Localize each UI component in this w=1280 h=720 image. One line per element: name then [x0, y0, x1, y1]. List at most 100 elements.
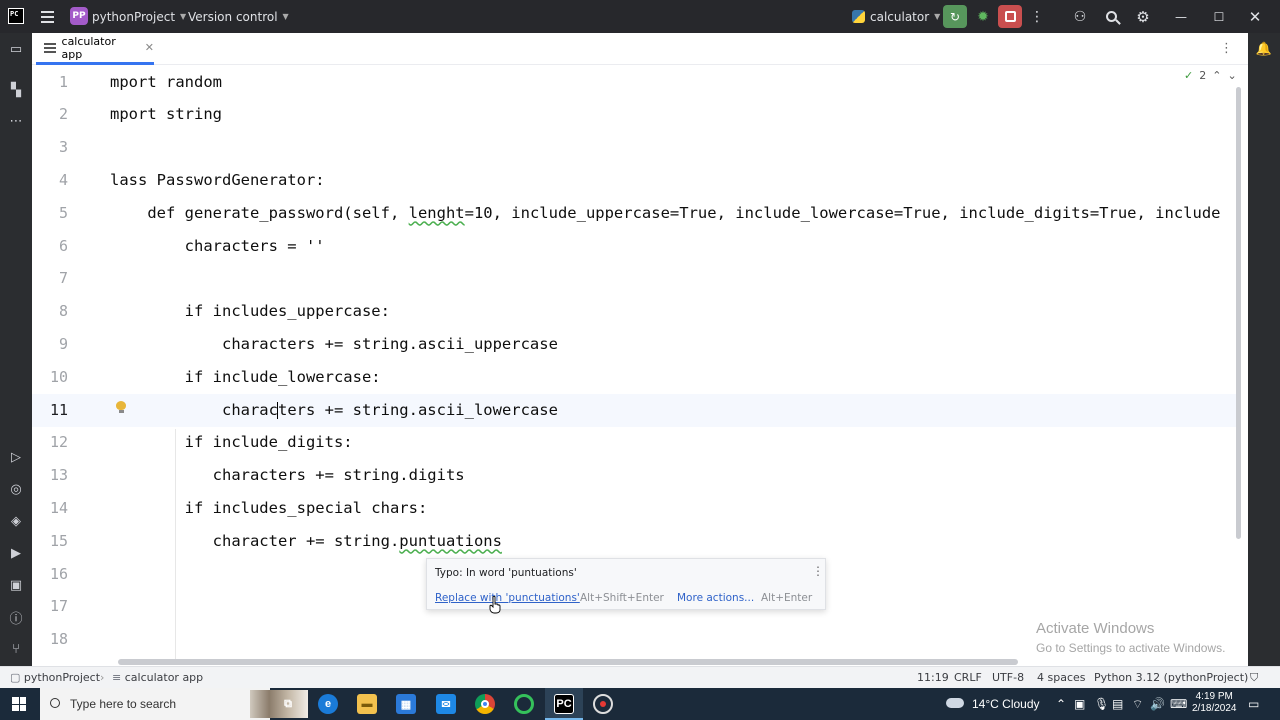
- code-text[interactable]: characters += string.ascii_uppercase: [110, 335, 558, 353]
- code-line[interactable]: 11 characters += string.ascii_lowercase: [32, 393, 1242, 426]
- close-icon[interactable]: ✕: [145, 41, 154, 54]
- code-line[interactable]: 3: [32, 131, 1242, 164]
- lightbulb-icon[interactable]: [116, 401, 126, 413]
- language-icon[interactable]: ⌨: [1170, 697, 1187, 711]
- app-ring-icon[interactable]: [514, 694, 534, 714]
- replace-with-link[interactable]: Replace with 'punctuations': [435, 592, 580, 604]
- code-text[interactable]: characters += string.ascii_lowercase: [110, 401, 558, 419]
- folder-icon[interactable]: ▭: [7, 40, 25, 58]
- typo-word[interactable]: lenght: [409, 204, 465, 222]
- chevron-up-icon[interactable]: ⌃: [1056, 697, 1066, 711]
- run-config-selector[interactable]: calculator ▼: [852, 0, 940, 33]
- notifications-icon[interactable]: 🔔: [1255, 40, 1273, 58]
- file-explorer-icon[interactable]: ▬: [357, 694, 377, 714]
- code-text[interactable]: characters = '': [110, 237, 325, 255]
- code-line[interactable]: 9 characters += string.ascii_uppercase: [32, 327, 1242, 360]
- code-text[interactable]: mport string: [110, 105, 222, 123]
- structure-icon[interactable]: ▚: [7, 81, 25, 99]
- vertical-scrollbar[interactable]: [1236, 87, 1241, 539]
- terminal-icon[interactable]: ▣: [7, 576, 25, 594]
- recorder-icon[interactable]: [593, 694, 613, 714]
- code-line[interactable]: 15 character += string.puntuations: [32, 524, 1242, 557]
- python-console-icon[interactable]: ◎: [7, 480, 25, 498]
- line-number: 15: [49, 531, 68, 550]
- system-clock[interactable]: 4:19 PM 2/18/2024: [1192, 691, 1237, 715]
- typo-word[interactable]: puntuations: [399, 532, 502, 550]
- taskbar-search-box[interactable]: Type here to search: [40, 688, 308, 720]
- caret-position[interactable]: 11:19: [917, 671, 949, 684]
- more-tools-icon[interactable]: ⋯: [7, 112, 25, 130]
- popup-more-icon[interactable]: ⋮: [812, 564, 824, 578]
- notification-center-icon[interactable]: ▭: [1248, 697, 1259, 711]
- services-icon[interactable]: ▶: [7, 544, 25, 562]
- pycharm-taskbar-icon[interactable]: PC: [554, 694, 574, 714]
- code-text[interactable]: character += string.puntuations: [110, 532, 502, 550]
- git-icon[interactable]: ⑂: [7, 640, 25, 658]
- tab-label: calculator app: [61, 34, 116, 61]
- code-text[interactable]: if include_digits:: [110, 433, 353, 451]
- breadcrumb-file[interactable]: ≡ calculator app: [112, 671, 203, 684]
- mail-icon[interactable]: ✉: [436, 694, 456, 714]
- gear-icon[interactable]: ⚙: [1134, 0, 1152, 33]
- code-text[interactable]: if includes_special chars:: [110, 499, 428, 517]
- microphone-icon[interactable]: 🎙: [1094, 697, 1109, 711]
- edge-icon[interactable]: e: [318, 694, 338, 714]
- code-line[interactable]: 6 characters = '': [32, 229, 1242, 262]
- horizontal-scrollbar[interactable]: [118, 659, 1018, 665]
- version-control-menu[interactable]: Version control ▼: [188, 0, 289, 33]
- breadcrumb-project[interactable]: ▢ pythonProject: [10, 671, 100, 684]
- chrome-icon[interactable]: [475, 694, 495, 714]
- weather-text[interactable]: 14°C Cloudy: [972, 697, 1040, 711]
- code-line[interactable]: 7: [32, 262, 1242, 295]
- code-text[interactable]: if include_lowercase:: [110, 368, 381, 386]
- more-actions-link[interactable]: More actions...: [677, 592, 754, 604]
- main-menu-icon[interactable]: [38, 0, 56, 33]
- clock-time: 4:19 PM: [1195, 691, 1233, 702]
- search-icon[interactable]: [1102, 0, 1120, 33]
- code-text[interactable]: def generate_password(self, lenght=10, i…: [110, 203, 1221, 222]
- lock-icon[interactable]: ⛉: [1250, 671, 1258, 685]
- line-separator[interactable]: CRLF: [954, 671, 982, 684]
- speaker-icon[interactable]: 🔊: [1150, 697, 1165, 711]
- more-actions-icon[interactable]: ⋮: [1030, 0, 1044, 33]
- code-line[interactable]: 4 lass PasswordGenerator:: [32, 163, 1242, 196]
- minimize-button[interactable]: —: [1172, 0, 1190, 33]
- stop-button[interactable]: [998, 5, 1022, 28]
- code-line[interactable]: 13 characters += string.digits: [32, 459, 1242, 492]
- code-segment: =10, include_uppercase=True, include_low…: [464, 203, 1221, 222]
- display-icon[interactable]: ▤: [1112, 697, 1123, 711]
- add-user-icon[interactable]: ⚇: [1071, 0, 1089, 33]
- indent-setting[interactable]: 4 spaces: [1037, 671, 1086, 684]
- code-segment: def generate_password(self,: [110, 203, 409, 222]
- file-encoding[interactable]: UTF-8: [992, 671, 1024, 684]
- wifi-icon[interactable]: ⌔: [1132, 697, 1143, 712]
- tab-calculator-app[interactable]: calculator app ✕: [36, 33, 154, 65]
- windows-start-icon[interactable]: [12, 697, 26, 711]
- code-line[interactable]: 12 if include_digits:: [32, 426, 1242, 459]
- code-line[interactable]: 2 mport string: [32, 98, 1242, 131]
- problems-icon[interactable]: ⓘ: [7, 608, 25, 627]
- code-line[interactable]: 14 if includes_special chars:: [32, 491, 1242, 524]
- code-text[interactable]: if includes_uppercase:: [110, 302, 390, 320]
- tab-options-icon[interactable]: ⋮: [1220, 41, 1233, 56]
- code-text[interactable]: mport random: [110, 73, 222, 91]
- pycharm-logo-icon[interactable]: PC: [8, 8, 24, 24]
- close-button[interactable]: ✕: [1246, 0, 1264, 33]
- debug-icon[interactable]: ✹: [972, 0, 994, 33]
- code-line[interactable]: 8 if includes_uppercase:: [32, 295, 1242, 328]
- code-text[interactable]: characters += string.digits: [110, 466, 465, 484]
- python-interpreter[interactable]: Python 3.12 (pythonProject): [1094, 671, 1248, 684]
- project-badge[interactable]: PP: [70, 7, 88, 25]
- code-text[interactable]: lass PasswordGenerator:: [110, 171, 325, 189]
- project-selector[interactable]: pythonProject ▼: [92, 0, 186, 33]
- run-icon[interactable]: ▷: [7, 448, 25, 466]
- network-drive-icon[interactable]: ▣: [1074, 697, 1085, 711]
- task-view-icon[interactable]: ⧉: [278, 694, 298, 714]
- maximize-button[interactable]: ☐: [1210, 0, 1228, 33]
- code-line[interactable]: 10 if include_lowercase:: [32, 360, 1242, 393]
- rerun-button[interactable]: ↻: [943, 5, 967, 28]
- code-line[interactable]: 1 mport random: [32, 65, 1242, 98]
- store-icon[interactable]: ▦: [396, 694, 416, 714]
- layers-icon[interactable]: ◈: [7, 512, 25, 530]
- code-line[interactable]: 5 def generate_password(self, lenght=10,…: [32, 196, 1242, 229]
